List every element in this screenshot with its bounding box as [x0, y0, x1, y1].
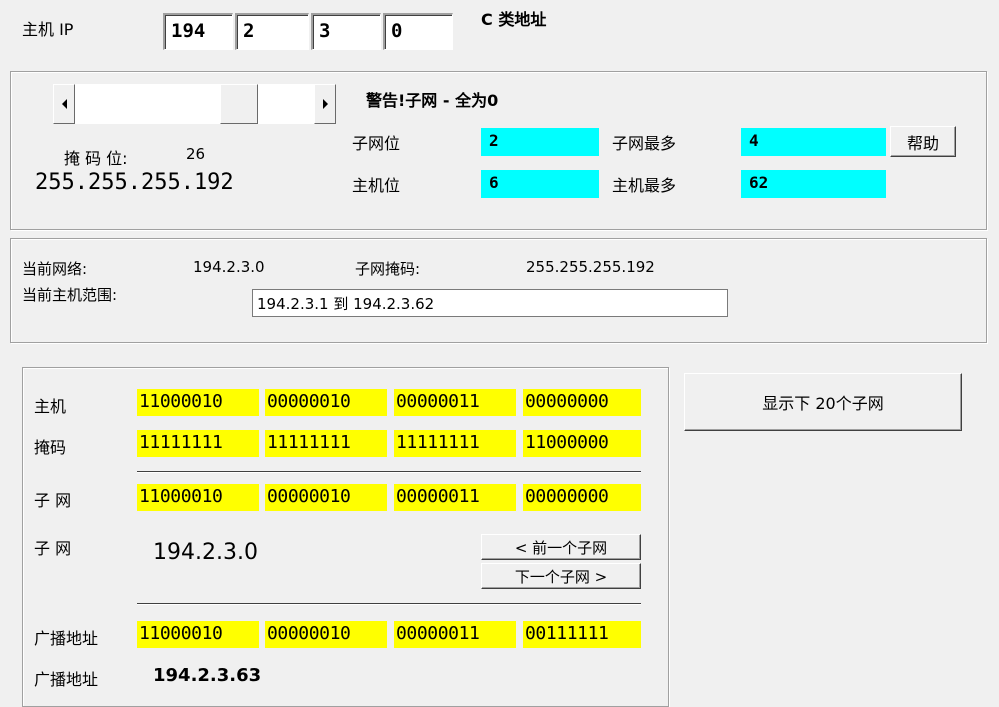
show-next-20-subnets-button[interactable]: 显示下 20个子网 [684, 373, 962, 431]
help-button[interactable]: 帮助 [890, 126, 956, 157]
mask-bits-octet-1: 11111111 [137, 430, 259, 457]
mask-bits-octet-4: 11000000 [523, 430, 641, 457]
prev-subnet-button[interactable]: < 前一个子网 [481, 534, 641, 560]
host-range-label: 当前主机范围: [22, 286, 118, 304]
mask-binary-label: 掩码 [34, 438, 67, 457]
broadcast-dotted-label: 广播地址 [34, 670, 99, 689]
host-bits-octet-3: 00000011 [394, 389, 516, 416]
ip-octet-3-input[interactable]: 3 [311, 13, 381, 50]
host-bits-octet-2: 00000010 [265, 389, 387, 416]
subnet-dotted-label: 子 网 [34, 539, 72, 558]
broadcast-dotted-value: 194.2.3.63 [153, 665, 262, 686]
subnet-bits-label: 子网位 [352, 134, 401, 153]
subnet-binary-label: 子 网 [34, 491, 72, 510]
mask-bits-value: 26 [186, 145, 206, 163]
mask-bits-octet-3: 11111111 [394, 430, 516, 457]
max-hosts-label: 主机最多 [612, 176, 677, 195]
current-network-value: 194.2.3.0 [193, 258, 265, 276]
host-range-field[interactable]: 194.2.3.1 到 194.2.3.62 [252, 289, 728, 317]
subnet-bits-octet-4: 00000000 [523, 484, 641, 511]
host-bits-label: 主机位 [352, 176, 401, 195]
arrow-right-icon [322, 99, 328, 109]
or-divider [137, 603, 641, 605]
broadcast-bits-octet-2: 00000010 [265, 621, 387, 648]
max-hosts-field: 62 [741, 170, 886, 198]
mask-bits-label: 掩 码 位: [64, 149, 128, 168]
host-bits-octet-1: 11000010 [137, 389, 259, 416]
current-network-label: 当前网络: [22, 260, 88, 278]
host-bits-field: 6 [481, 170, 599, 198]
max-subnets-label: 子网最多 [612, 134, 677, 153]
mask-bits-scrollbar[interactable] [53, 84, 336, 124]
host-bits-octet-4: 00000000 [523, 389, 641, 416]
scroll-left-button[interactable] [53, 84, 75, 124]
max-subnets-field: 4 [741, 128, 886, 156]
ip-octet-4-input[interactable]: 0 [383, 13, 453, 50]
subnet-bits-octet-3: 00000011 [394, 484, 516, 511]
subnet-warning-text: 警告!子网 - 全为0 [366, 91, 499, 110]
subnet-bits-octet-1: 11000010 [137, 484, 259, 511]
ip-octet-1-input[interactable]: 194 [163, 13, 233, 50]
address-class-label: C 类地址 [481, 10, 547, 29]
broadcast-bits-octet-4: 00111111 [523, 621, 641, 648]
host-ip-label: 主机 IP [22, 20, 74, 39]
scroll-right-button[interactable] [314, 84, 336, 124]
next-subnet-button[interactable]: 下一个子网 > [481, 563, 641, 589]
subnet-bits-octet-2: 00000010 [265, 484, 387, 511]
subnet-mask-label: 子网掩码: [355, 260, 421, 278]
mask-dotted-value: 255.255.255.192 [35, 170, 234, 195]
and-divider [137, 471, 641, 473]
subnet-mask-value: 255.255.255.192 [526, 258, 655, 276]
scroll-thumb[interactable] [220, 84, 258, 124]
subnet-bits-field: 2 [481, 128, 599, 156]
ip-octet-2-input[interactable]: 2 [235, 13, 309, 50]
arrow-left-icon [61, 99, 67, 109]
broadcast-binary-label: 广播地址 [34, 629, 99, 648]
host-binary-label: 主机 [34, 397, 67, 416]
broadcast-bits-octet-1: 11000010 [137, 621, 259, 648]
subnet-dotted-value: 194.2.3.0 [153, 540, 258, 565]
broadcast-bits-octet-3: 00000011 [394, 621, 516, 648]
mask-bits-octet-2: 11111111 [265, 430, 387, 457]
